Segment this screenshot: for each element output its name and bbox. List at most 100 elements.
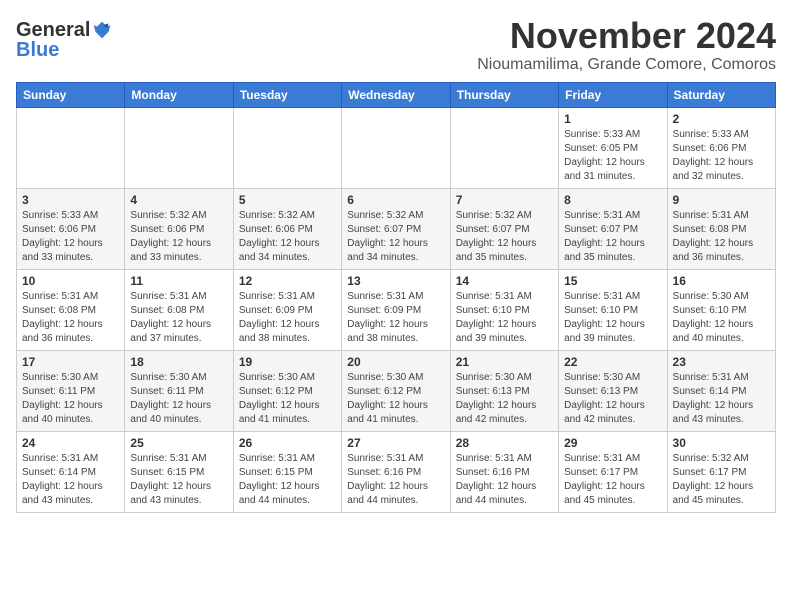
day-cell: 30 Sunrise: 5:32 AM Sunset: 6:17 PM Dayli… <box>667 431 775 512</box>
day-number: 26 <box>239 436 336 450</box>
header-sunday: Sunday <box>17 82 125 107</box>
day-info: Sunrise: 5:31 AM Sunset: 6:08 PM Dayligh… <box>130 290 227 346</box>
day-cell: 10Sunrise: 5:31 AM Sunset: 6:08 PM Dayli… <box>17 269 125 350</box>
week-row-2: 3 Sunrise: 5:33 AM Sunset: 6:06 PM Daylig… <box>17 188 776 269</box>
day-info: Sunrise: 5:31 AM Sunset: 6:09 PM Dayligh… <box>347 290 444 346</box>
day-info: Sunrise: 5:31 AM Sunset: 6:14 PM Dayligh… <box>22 452 119 508</box>
week-row-5: 24Sunrise: 5:31 AM Sunset: 6:14 PM Dayli… <box>17 431 776 512</box>
day-info: Sunrise: 5:33 AM Sunset: 6:06 PM Dayligh… <box>673 128 770 184</box>
day-cell: 19 Sunrise: 5:30 AM Sunset: 6:12 PM Dayli… <box>233 350 341 431</box>
day-number: 22 <box>564 355 661 369</box>
day-number: 23 <box>673 355 770 369</box>
day-info: Sunrise: 5:31 AM Sunset: 6:17 PM Dayligh… <box>564 452 661 508</box>
day-info: Sunrise: 5:32 AM Sunset: 6:07 PM Dayligh… <box>347 209 444 265</box>
title-section: November 2024 Nioumamilima, Grande Comor… <box>477 16 776 74</box>
day-cell: 13 Sunrise: 5:31 AM Sunset: 6:09 PM Dayli… <box>342 269 450 350</box>
header-saturday: Saturday <box>667 82 775 107</box>
day-number: 12 <box>239 274 336 288</box>
day-info: Sunrise: 5:30 AM Sunset: 6:13 PM Dayligh… <box>564 371 661 427</box>
day-number: 25 <box>130 436 227 450</box>
day-cell: 5Sunrise: 5:32 AM Sunset: 6:06 PM Daylig… <box>233 188 341 269</box>
header-monday: Monday <box>125 82 233 107</box>
day-info: Sunrise: 5:33 AM Sunset: 6:05 PM Dayligh… <box>564 128 661 184</box>
day-number: 11 <box>130 274 227 288</box>
header-friday: Friday <box>559 82 667 107</box>
day-number: 17 <box>22 355 119 369</box>
day-info: Sunrise: 5:30 AM Sunset: 6:12 PM Dayligh… <box>347 371 444 427</box>
day-info: Sunrise: 5:33 AM Sunset: 6:06 PM Dayligh… <box>22 209 119 265</box>
day-number: 13 <box>347 274 444 288</box>
day-info: Sunrise: 5:31 AM Sunset: 6:10 PM Dayligh… <box>456 290 553 346</box>
day-cell: 27 Sunrise: 5:31 AM Sunset: 6:16 PM Dayli… <box>342 431 450 512</box>
month-title: November 2024 <box>477 16 776 56</box>
day-cell: 16Sunrise: 5:30 AM Sunset: 6:10 PM Dayli… <box>667 269 775 350</box>
logo: General Blue <box>16 20 112 60</box>
day-cell: 26Sunrise: 5:31 AM Sunset: 6:15 PM Dayli… <box>233 431 341 512</box>
day-cell <box>17 107 125 188</box>
day-number: 6 <box>347 193 444 207</box>
day-number: 18 <box>130 355 227 369</box>
day-info: Sunrise: 5:31 AM Sunset: 6:08 PM Dayligh… <box>673 209 770 265</box>
day-info: Sunrise: 5:30 AM Sunset: 6:12 PM Dayligh… <box>239 371 336 427</box>
week-row-4: 17 Sunrise: 5:30 AM Sunset: 6:11 PM Dayli… <box>17 350 776 431</box>
day-info: Sunrise: 5:31 AM Sunset: 6:07 PM Dayligh… <box>564 209 661 265</box>
day-info: Sunrise: 5:32 AM Sunset: 6:06 PM Dayligh… <box>239 209 336 265</box>
day-number: 21 <box>456 355 553 369</box>
day-cell: 1 Sunrise: 5:33 AM Sunset: 6:05 PM Daylig… <box>559 107 667 188</box>
week-row-1: 1 Sunrise: 5:33 AM Sunset: 6:05 PM Daylig… <box>17 107 776 188</box>
day-info: Sunrise: 5:31 AM Sunset: 6:16 PM Dayligh… <box>456 452 553 508</box>
day-cell: 7 Sunrise: 5:32 AM Sunset: 6:07 PM Daylig… <box>450 188 558 269</box>
day-info: Sunrise: 5:30 AM Sunset: 6:11 PM Dayligh… <box>22 371 119 427</box>
logo-icon <box>92 20 112 40</box>
day-number: 7 <box>456 193 553 207</box>
logo-general-text: General <box>16 20 90 40</box>
day-number: 4 <box>130 193 227 207</box>
day-info: Sunrise: 5:30 AM Sunset: 6:10 PM Dayligh… <box>673 290 770 346</box>
day-cell: 12 Sunrise: 5:31 AM Sunset: 6:09 PM Dayli… <box>233 269 341 350</box>
header-row: SundayMondayTuesdayWednesdayThursdayFrid… <box>17 82 776 107</box>
day-info: Sunrise: 5:32 AM Sunset: 6:07 PM Dayligh… <box>456 209 553 265</box>
day-info: Sunrise: 5:30 AM Sunset: 6:11 PM Dayligh… <box>130 371 227 427</box>
calendar-table: SundayMondayTuesdayWednesdayThursdayFrid… <box>16 82 776 513</box>
day-info: Sunrise: 5:32 AM Sunset: 6:17 PM Dayligh… <box>673 452 770 508</box>
day-number: 2 <box>673 112 770 126</box>
day-info: Sunrise: 5:31 AM Sunset: 6:14 PM Dayligh… <box>673 371 770 427</box>
day-number: 1 <box>564 112 661 126</box>
day-number: 27 <box>347 436 444 450</box>
day-cell: 21 Sunrise: 5:30 AM Sunset: 6:13 PM Dayli… <box>450 350 558 431</box>
day-info: Sunrise: 5:30 AM Sunset: 6:13 PM Dayligh… <box>456 371 553 427</box>
day-number: 14 <box>456 274 553 288</box>
day-info: Sunrise: 5:31 AM Sunset: 6:09 PM Dayligh… <box>239 290 336 346</box>
day-number: 20 <box>347 355 444 369</box>
day-cell: 3 Sunrise: 5:33 AM Sunset: 6:06 PM Daylig… <box>17 188 125 269</box>
day-cell: 2 Sunrise: 5:33 AM Sunset: 6:06 PM Daylig… <box>667 107 775 188</box>
day-cell <box>233 107 341 188</box>
day-cell: 17 Sunrise: 5:30 AM Sunset: 6:11 PM Dayli… <box>17 350 125 431</box>
day-number: 9 <box>673 193 770 207</box>
day-cell <box>125 107 233 188</box>
day-cell: 6 Sunrise: 5:32 AM Sunset: 6:07 PM Daylig… <box>342 188 450 269</box>
day-cell: 18 Sunrise: 5:30 AM Sunset: 6:11 PM Dayli… <box>125 350 233 431</box>
day-cell: 14 Sunrise: 5:31 AM Sunset: 6:10 PM Dayli… <box>450 269 558 350</box>
day-info: Sunrise: 5:31 AM Sunset: 6:16 PM Dayligh… <box>347 452 444 508</box>
day-number: 30 <box>673 436 770 450</box>
header-tuesday: Tuesday <box>233 82 341 107</box>
day-number: 3 <box>22 193 119 207</box>
day-cell: 29 Sunrise: 5:31 AM Sunset: 6:17 PM Dayli… <box>559 431 667 512</box>
day-number: 19 <box>239 355 336 369</box>
day-cell: 23 Sunrise: 5:31 AM Sunset: 6:14 PM Dayli… <box>667 350 775 431</box>
location-title: Nioumamilima, Grande Comore, Comoros <box>477 56 776 74</box>
day-info: Sunrise: 5:31 AM Sunset: 6:10 PM Dayligh… <box>564 290 661 346</box>
day-cell: 11 Sunrise: 5:31 AM Sunset: 6:08 PM Dayli… <box>125 269 233 350</box>
day-cell: 24Sunrise: 5:31 AM Sunset: 6:14 PM Dayli… <box>17 431 125 512</box>
day-number: 29 <box>564 436 661 450</box>
day-info: Sunrise: 5:31 AM Sunset: 6:15 PM Dayligh… <box>130 452 227 508</box>
day-number: 28 <box>456 436 553 450</box>
day-cell: 15Sunrise: 5:31 AM Sunset: 6:10 PM Dayli… <box>559 269 667 350</box>
day-cell: 22 Sunrise: 5:30 AM Sunset: 6:13 PM Dayli… <box>559 350 667 431</box>
day-cell: 28 Sunrise: 5:31 AM Sunset: 6:16 PM Dayli… <box>450 431 558 512</box>
page-header: General Blue November 2024 Nioumamilima,… <box>16 16 776 74</box>
header-wednesday: Wednesday <box>342 82 450 107</box>
day-info: Sunrise: 5:32 AM Sunset: 6:06 PM Dayligh… <box>130 209 227 265</box>
day-cell: 4 Sunrise: 5:32 AM Sunset: 6:06 PM Daylig… <box>125 188 233 269</box>
